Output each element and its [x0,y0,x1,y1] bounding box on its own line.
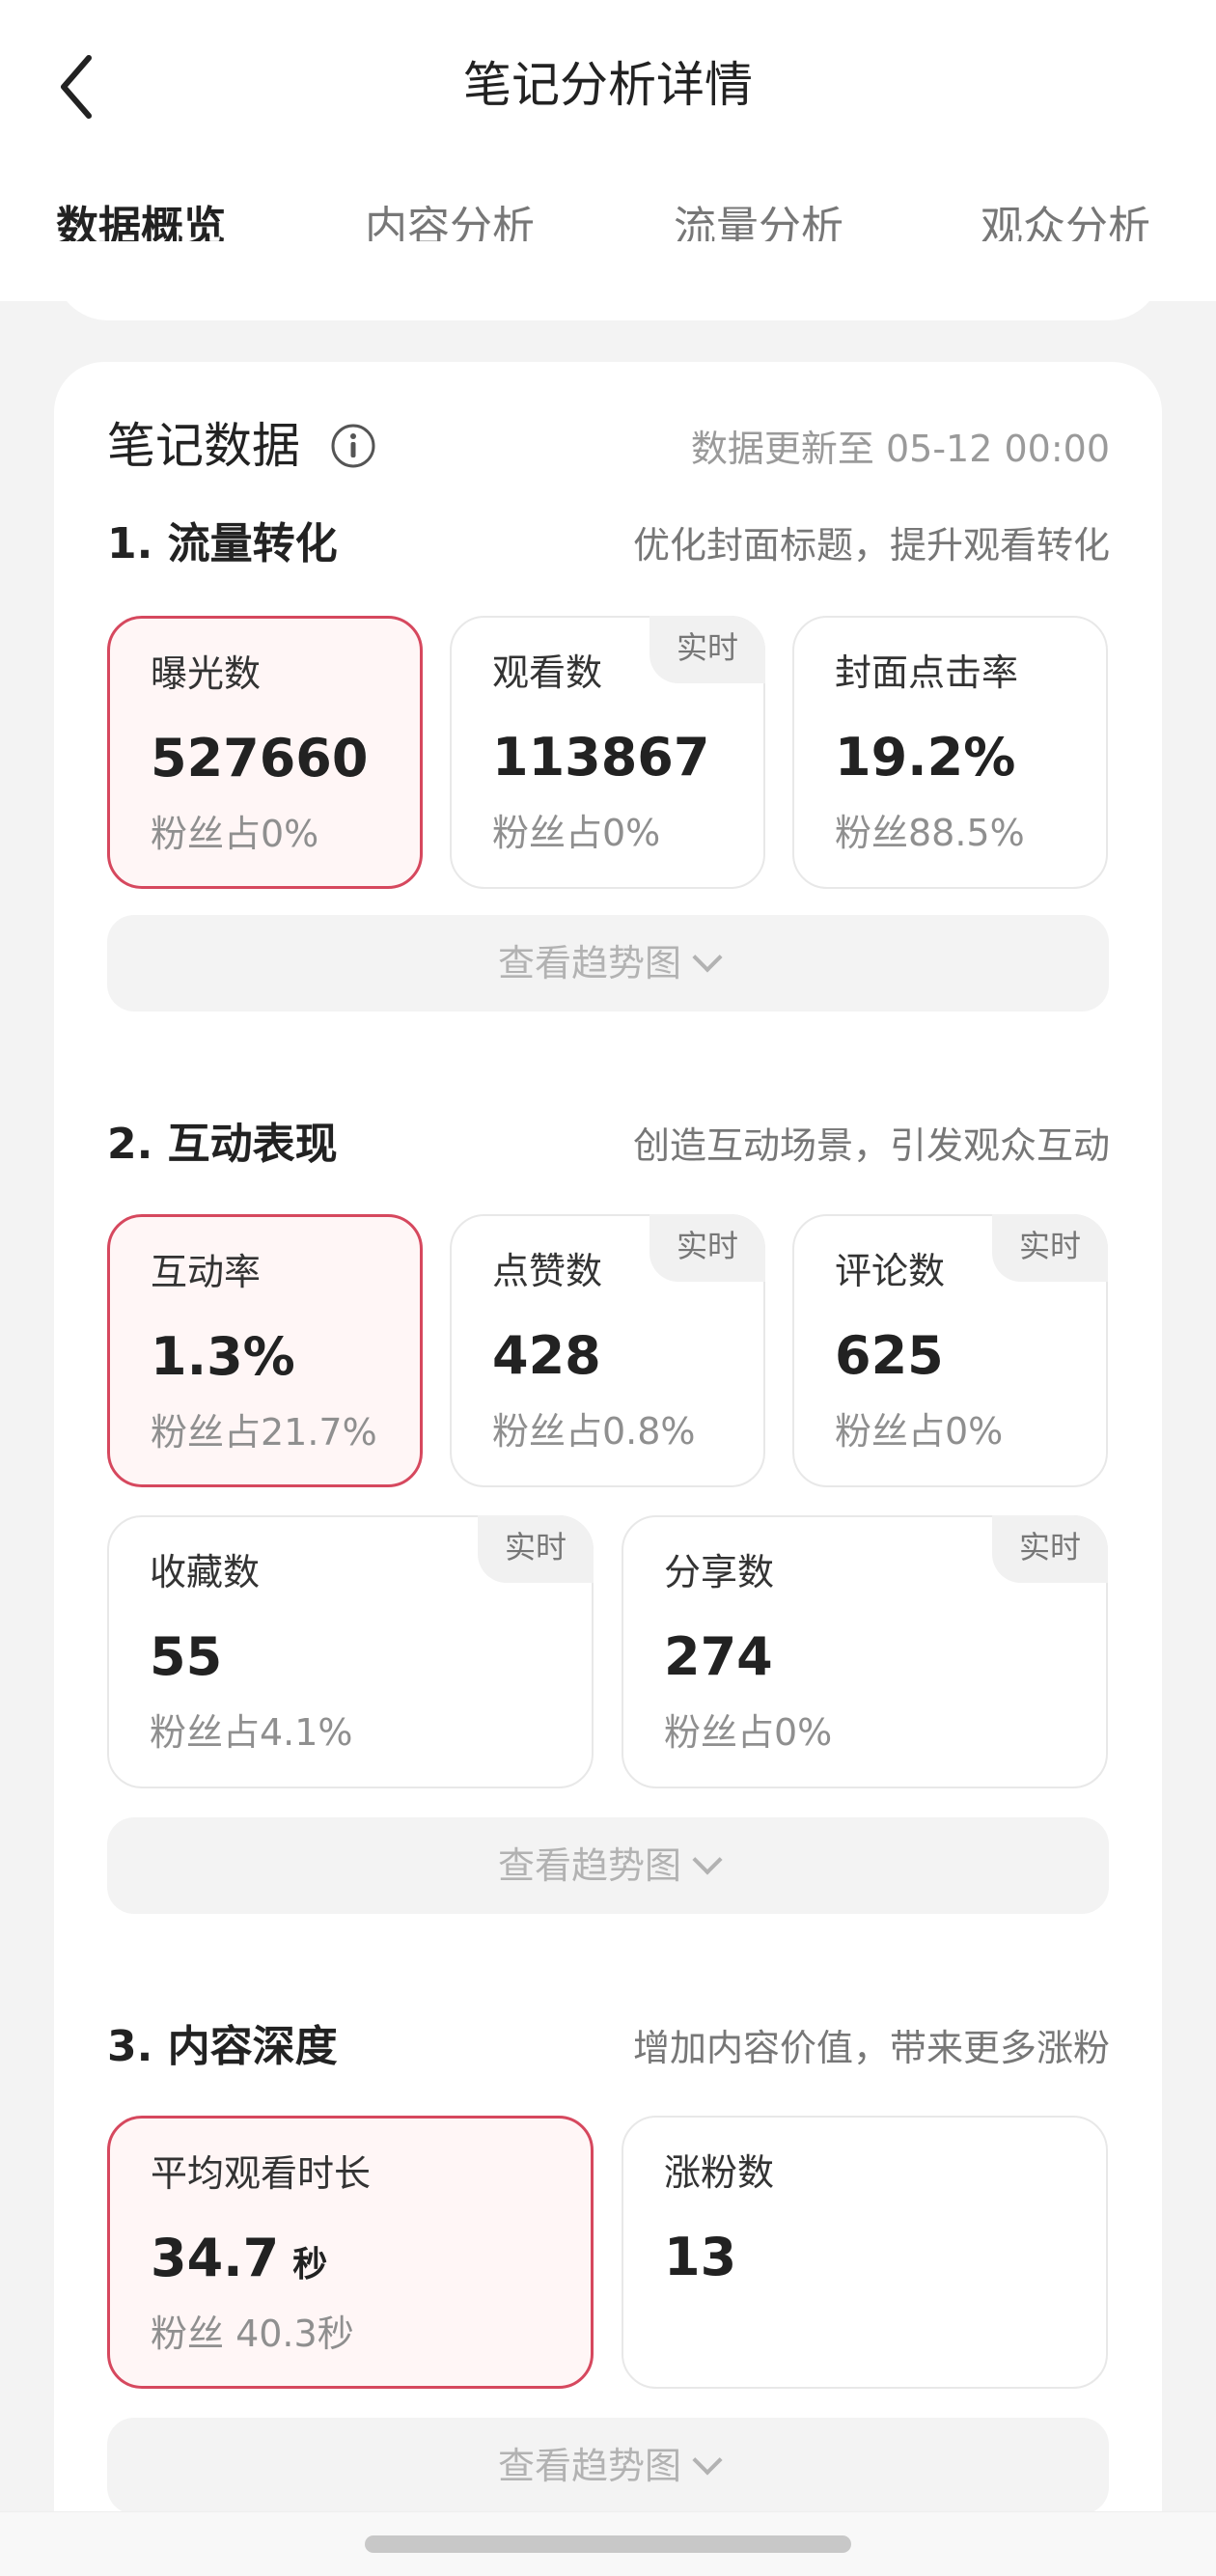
section-title-content-depth: 3. 内容深度 [107,2022,338,2071]
section-hint-engagement: 创造互动场景，引发观众互动 [632,1124,1110,1167]
card-title: 笔记数据 [107,418,300,474]
metric-fans-share: 粉丝 40.3秒 [151,2313,354,2355]
metric-value: 274 [664,1626,773,1687]
metric-value: 34.7 秒 [151,2223,327,2301]
metric-card-likes[interactable]: 实时 点赞数 428 粉丝占0.8% [450,1214,765,1487]
metric-fans-share: 粉丝占0% [835,1410,1004,1453]
metric-label: 收藏数 [150,1551,261,1593]
realtime-badge: 实时 [992,1515,1108,1583]
chevron-down-icon [692,1844,723,1875]
previous-card-edge [54,241,1162,320]
realtime-badge: 实时 [478,1515,594,1583]
metric-label: 互动率 [151,1251,262,1293]
metric-label: 分享数 [664,1551,775,1593]
metric-label: 观看数 [492,651,603,694]
page-title: 笔记分析详情 [463,57,753,113]
metric-card-impressions[interactable]: 曝光数 527660 粉丝占0% [107,616,423,889]
realtime-badge: 实时 [992,1214,1108,1282]
view-trend-button[interactable]: 查看趋势图 [107,1817,1109,1914]
metric-value: 19.2% [835,727,1016,788]
metric-value: 1.3% [151,1326,295,1387]
metric-card-avg-watch-time[interactable]: 平均观看时长 34.7 秒 粉丝 40.3秒 [107,2116,594,2389]
section-hint-traffic: 优化封面标题，提升观看转化 [632,524,1110,567]
metric-unit: 秒 [292,2245,328,2285]
home-indicator[interactable] [365,2535,851,2553]
view-trend-button[interactable]: 查看趋势图 [107,915,1109,1011]
metric-card-new-followers[interactable]: 涨粉数 13 [622,2116,1108,2389]
metric-label: 曝光数 [151,652,262,695]
metric-value: 428 [492,1325,601,1386]
metric-value: 13 [664,2227,737,2287]
section-title-engagement: 2. 互动表现 [107,1120,338,1169]
metric-label: 封面点击率 [835,651,1019,694]
section-hint-content-depth: 增加内容价值，带来更多涨粉 [632,2027,1110,2069]
chevron-down-icon [692,2445,723,2476]
metric-fans-share: 粉丝占4.1% [150,1711,353,1754]
view-trend-label: 查看趋势图 [497,2445,681,2487]
metric-value: 113867 [492,727,710,788]
metric-label: 点赞数 [492,1250,603,1292]
view-trend-label: 查看趋势图 [497,1844,681,1887]
metric-value: 625 [835,1325,944,1386]
metric-label: 评论数 [835,1250,946,1292]
metric-label: 平均观看时长 [151,2152,372,2195]
metric-fans-share: 粉丝88.5% [835,812,1025,854]
metric-fans-share: 粉丝占0% [664,1711,833,1754]
metric-card-collects[interactable]: 实时 收藏数 55 粉丝占4.1% [107,1515,594,1788]
metric-card-comments[interactable]: 实时 评论数 625 粉丝占0% [792,1214,1108,1487]
metric-card-views[interactable]: 实时 观看数 113867 粉丝占0% [450,616,765,889]
view-trend-label: 查看趋势图 [497,942,681,984]
metric-card-engagement-rate[interactable]: 互动率 1.3% 粉丝占21.7% [107,1214,423,1487]
metric-card-shares[interactable]: 实时 分享数 274 粉丝占0% [622,1515,1108,1788]
section-title-traffic: 1. 流量转化 [107,519,338,568]
metric-number: 34.7 [151,2228,280,2288]
update-timestamp: 数据更新至 05-12 00:00 [690,428,1110,470]
metric-label: 涨粉数 [664,2151,775,2194]
realtime-badge: 实时 [649,616,765,683]
metric-value: 527660 [151,728,369,789]
metric-card-cover-ctr[interactable]: 封面点击率 19.2% 粉丝88.5% [792,616,1108,889]
view-trend-button[interactable]: 查看趋势图 [107,2418,1109,2514]
realtime-badge: 实时 [649,1214,765,1282]
metric-fans-share: 粉丝占0.8% [492,1410,696,1453]
info-icon[interactable] [330,423,376,469]
metric-fans-share: 粉丝占21.7% [151,1411,377,1454]
chevron-down-icon [692,942,723,973]
metric-fans-share: 粉丝占0% [151,813,319,855]
metric-value: 55 [150,1626,223,1687]
metric-fans-share: 粉丝占0% [492,812,661,854]
